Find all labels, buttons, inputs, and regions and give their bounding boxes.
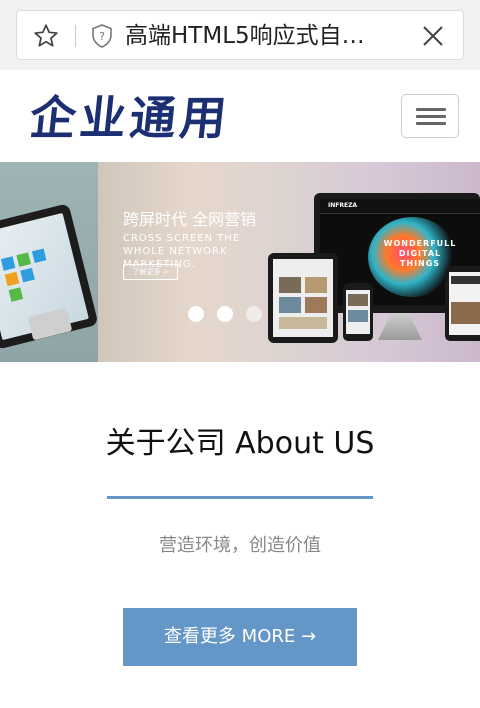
- monitor-brand: INFREZA: [328, 202, 358, 209]
- hamburger-icon-bar: [416, 122, 446, 125]
- close-icon[interactable]: [421, 24, 445, 48]
- star-icon[interactable]: [33, 23, 59, 49]
- banner-learn-more-button[interactable]: 了解更多 >: [123, 264, 178, 280]
- view-more-button[interactable]: 查看更多 MORE →: [123, 608, 357, 666]
- shield-icon[interactable]: ?: [91, 24, 113, 48]
- carousel-dot[interactable]: [217, 306, 233, 322]
- carousel-dot[interactable]: [188, 306, 204, 322]
- page-title-in-address-bar[interactable]: 高端HTML5响应式自…: [125, 21, 395, 51]
- toolbar-divider: [75, 25, 76, 47]
- hamburger-icon-bar: [416, 115, 446, 118]
- svg-text:?: ?: [99, 30, 105, 43]
- menu-toggle-button[interactable]: [401, 94, 459, 138]
- monitor-headline: WONDERFULL DIGITAL THINGS: [383, 239, 457, 268]
- banner-headline: 跨屏时代 全网营销: [123, 210, 257, 229]
- title-underline: [107, 496, 373, 499]
- tablet-device-image: [268, 253, 338, 343]
- site-logo[interactable]: 企业通用: [27, 91, 233, 145]
- about-section-title: 关于公司 About US: [105, 426, 375, 461]
- carousel-dot[interactable]: [246, 306, 262, 322]
- previous-slide-peek: [0, 162, 99, 362]
- phone-device-image: [343, 283, 373, 341]
- address-bar[interactable]: ? 高端HTML5响应式自…: [16, 10, 464, 60]
- about-section-subtitle: 营造环境，创造价值: [159, 535, 321, 556]
- hamburger-icon-bar: [416, 108, 446, 111]
- tablet-device-image-right: [445, 266, 480, 341]
- browser-toolbar: ? 高端HTML5响应式自…: [0, 0, 480, 70]
